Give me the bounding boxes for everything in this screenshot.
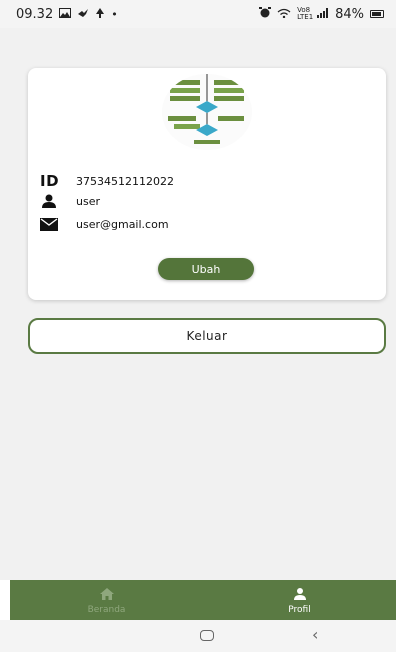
status-time: 09.32 [16,6,54,22]
network-label: Vo8 LTE1 [297,6,314,21]
signal-icon [317,7,329,22]
alarm-icon [259,6,272,22]
battery-percent: 84% [335,6,364,22]
nav-item-profil[interactable]: Profil [203,580,396,620]
profile-avatar[interactable] [162,74,252,150]
username-value: user [76,194,100,208]
nav-label-beranda: Beranda [87,605,126,615]
home-icon [99,585,114,604]
status-right: Vo8 LTE1 84% [259,6,384,22]
person-icon [40,194,66,208]
id-label: ID [40,172,60,190]
bottom-navigation: Beranda Profil [10,580,396,620]
system-home-button[interactable] [200,630,214,641]
email-value: user@gmail.com [76,218,169,231]
person-icon [293,585,307,604]
flowchart-image-icon [162,74,252,150]
email-row: user@gmail.com [40,218,169,231]
nav-label-profil: Profil [288,605,311,615]
status-left: 09.32 • [16,7,118,22]
profile-card: ID 37534512112022 user user@gmail.com Ub… [28,68,386,300]
main-content: ID 37534512112022 user user@gmail.com Ub… [0,28,396,580]
dot-icon: • [111,7,118,21]
edit-profile-button[interactable]: Ubah [158,258,254,280]
system-back-button[interactable]: ‹ [312,625,318,644]
battery-icon [370,10,384,18]
wifi-icon [277,7,291,22]
status-bar: 09.32 • Vo8 LTE1 84% [0,0,396,28]
nav-item-beranda[interactable]: Beranda [10,580,203,620]
id-row: ID 37534512112022 [40,172,174,190]
id-value: 37534512112022 [76,174,174,188]
username-row: user [40,194,100,208]
mail-icon [40,218,66,231]
image-icon [59,7,72,21]
tree-icon [95,7,105,21]
bird-icon [77,8,89,21]
logout-button[interactable]: Keluar [28,318,386,354]
system-navigation-bar: ‹ [0,620,396,652]
